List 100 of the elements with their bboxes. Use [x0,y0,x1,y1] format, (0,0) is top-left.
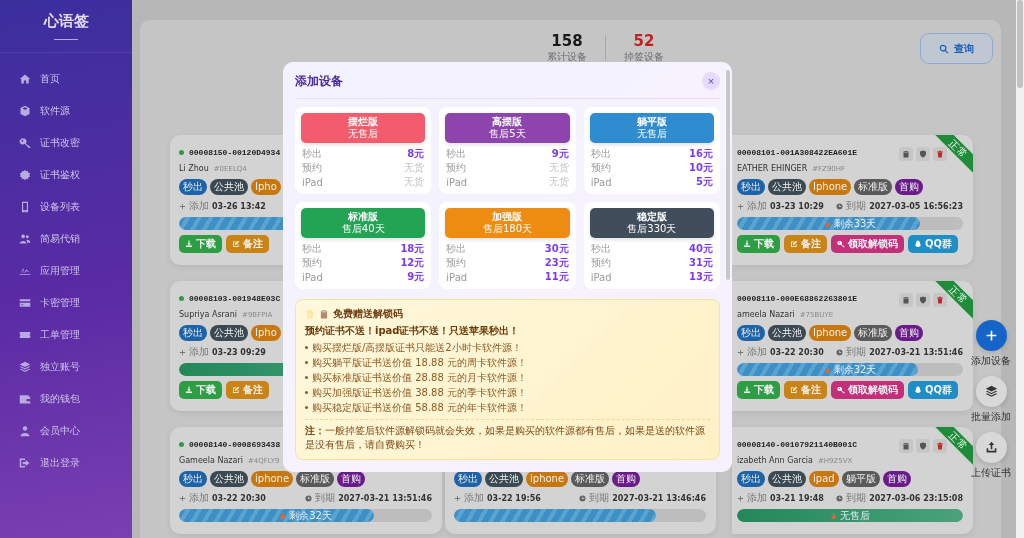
price-value: 13元 [689,270,713,284]
added-time: 03-23 09:29 [212,347,266,357]
price-label: iPad [302,271,323,283]
price-label: 预约 [302,256,322,270]
shield-button[interactable] [916,293,930,307]
device-tag: 标准版 [854,179,893,195]
price-value: 5元 [696,175,713,189]
upload-icon [984,441,998,454]
download-button[interactable]: 下载 [179,235,222,253]
device-id: 00008110-000E68862263801E [737,294,858,303]
plus-icon [179,348,186,356]
note-button[interactable]: 备注 [226,381,269,399]
price-value: 9元 [407,270,425,284]
price-value: 9元 [551,147,569,161]
note-button[interactable]: 备注 [784,381,827,399]
added-label: 添加 [189,491,209,505]
plan-name: 摆烂版 [348,115,379,128]
plus-icon [179,494,186,502]
dialog-scrollbar[interactable] [726,70,730,280]
delete-button[interactable] [933,147,947,161]
layers-icon [19,361,31,373]
logo-text: 心语签 [43,12,89,31]
clipboard-icon [902,150,910,158]
stat-value: 158 [551,32,583,50]
remaining-label: 无售后 [840,509,870,522]
device-tag: 公共池 [768,325,806,341]
price-value: 10元 [689,161,713,175]
sidebar-item[interactable]: 我的钱包 [0,383,132,415]
notice-item: 购买加强版证书送价值 38.88 元的季卡软件源！ [312,386,527,400]
plan-name: 标准版 [348,210,379,223]
sidebar-item[interactable]: 应用管理 [0,255,132,287]
download-button[interactable]: 下载 [737,381,780,399]
sidebar-item[interactable]: 简易代销 [0,223,132,255]
sidebar-item[interactable]: 设备列表 [0,191,132,223]
unlock-code-button[interactable]: 领取解锁码 [831,381,904,399]
sidebar-item[interactable]: 软件源 [0,95,132,127]
download-button[interactable]: 下载 [179,381,222,399]
device-tag: 秒出 [179,179,207,195]
sidebar-item[interactable]: 退出登录 [0,447,132,479]
clipboard-button[interactable] [899,439,913,453]
sidebar-item[interactable]: 卡密管理 [0,287,132,319]
device-id: 00008140-00107921140B001C [737,440,858,449]
delete-button[interactable] [933,439,947,453]
clipboard-button[interactable] [899,147,913,161]
shield-icon [919,150,927,158]
plus-icon [454,494,461,502]
download-icon [743,386,751,394]
penguin-icon [914,386,922,394]
sidebar-item[interactable]: 独立账号 [0,351,132,383]
qq-group-button[interactable]: QQ群 [908,235,958,253]
plan-card[interactable]: 加强版 售后180天 秒出 30元 预约 23元 iPad 11元 [439,202,576,289]
delete-button[interactable] [933,293,947,307]
notice-title: 免费赠送解锁码 [333,307,403,321]
note-button[interactable]: 备注 [226,235,269,253]
device-tag: Ipho [251,179,281,195]
plus-icon [737,494,744,502]
close-button[interactable]: × [702,72,720,90]
phone-icon [19,201,31,213]
plan-card[interactable]: 稳定版 售后330天 秒出 40元 预约 31元 iPad 13元 [583,202,720,289]
stat-label: 累计设备 [547,50,587,64]
device-owner: Gameela Nazari [179,456,243,465]
qq-group-button[interactable]: QQ群 [908,381,958,399]
device-id: 00008101-001A308422EA601E [737,148,858,157]
plan-card[interactable]: 标准版 售后40天 秒出 18元 预约 12元 iPad 9元 [295,202,432,289]
stat-value: 52 [633,32,655,50]
shield-button[interactable] [916,147,930,161]
price-value: 8元 [407,147,425,161]
trash-icon [936,296,944,304]
price-label: 秒出 [590,147,611,161]
price-label: 预约 [446,256,467,270]
sidebar-item[interactable]: 证书改密 [0,127,132,159]
sidebar-item[interactable]: 会员中心 [0,415,132,447]
expiry-label: 到期 [846,345,867,359]
sidebar-item[interactable]: 工单管理 [0,319,132,351]
price-label: 预约 [590,256,611,270]
unlock-code-button[interactable]: 领取解锁码 [831,235,904,253]
expiry-label: 到期 [589,491,610,505]
scrollbar[interactable] [1016,0,1024,538]
clipboard-button[interactable] [899,293,913,307]
cube-icon [19,105,31,117]
search-button[interactable]: 查询 [920,33,993,64]
device-tag: 秒出 [737,325,765,341]
download-icon [185,386,193,394]
sidebar-item[interactable]: 证书鉴权 [0,159,132,191]
added-time: 03-22 19:56 [487,493,541,503]
plan-subtitle: 无售后 [348,128,379,140]
clock-icon [836,348,844,356]
expiry-time: 2027-03-21 13:51:46 [338,493,432,503]
download-icon [743,240,751,248]
dialog-title: 添加设备 [295,72,343,90]
key-icon [837,386,845,394]
sidebar-item[interactable]: 首页 [0,63,132,95]
plan-card[interactable]: 躺平版 无售后 秒出 16元 预约 10元 iPad 5元 [583,107,720,194]
note-button[interactable]: 备注 [784,235,827,253]
plan-name: 加强版 [492,210,523,223]
notice-item: 购买摆烂版/高摆版证书只能送2小时卡软件源！ [312,341,522,355]
notice-headline: 预约证书不送！ipad证书不送！只送苹果秒出！ [305,324,521,338]
remaining-label: 剩余33天 [833,217,877,230]
download-button[interactable]: 下载 [737,235,780,253]
shield-button[interactable] [916,439,930,453]
